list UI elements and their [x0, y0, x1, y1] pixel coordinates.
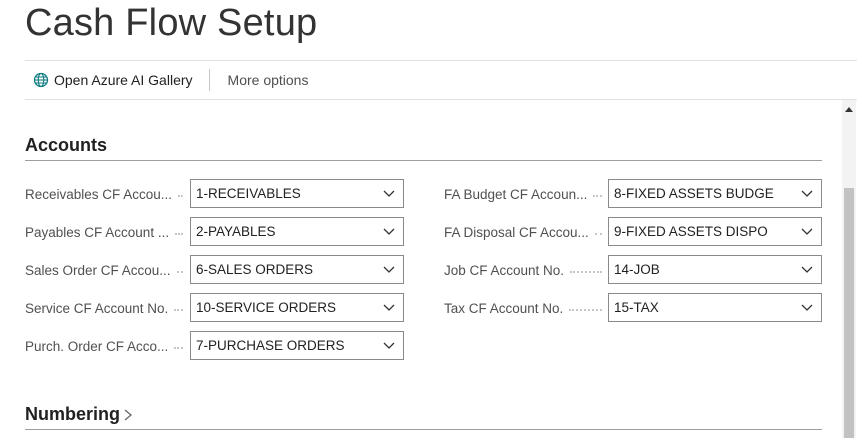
- cash-flow-setup-page: Cash Flow Setup Open Azure AI Gallery Mo…: [0, 0, 859, 438]
- job-cf-account-select[interactable]: 14-JOB: [608, 255, 822, 284]
- section-title-numbering-label: Numbering: [25, 404, 121, 424]
- field-label: Receivables CF Accou...: [25, 187, 185, 202]
- action-separator: [208, 69, 210, 91]
- field-value: 2-PAYABLES: [196, 224, 276, 239]
- field-fa-budget-cf-account: FA Budget CF Accoun... 8-FIXED ASSETS BU…: [444, 179, 824, 209]
- action-bar: Open Azure AI Gallery More options: [25, 60, 857, 100]
- field-label: Sales Order CF Accou...: [25, 263, 185, 278]
- field-label: Payables CF Account ...: [25, 225, 185, 240]
- field-tax-cf-account: Tax CF Account No. 15-TAX: [444, 293, 824, 323]
- scrollbar-thumb[interactable]: [844, 188, 854, 438]
- field-value: 7-PURCHASE ORDERS: [196, 338, 345, 353]
- section-title-numbering[interactable]: Numbering: [25, 404, 133, 425]
- section-divider: [25, 429, 822, 430]
- field-label: FA Budget CF Accoun...: [444, 187, 604, 202]
- field-label: FA Disposal CF Accou...: [444, 225, 604, 240]
- purch-order-cf-account-select[interactable]: 7-PURCHASE ORDERS: [190, 331, 404, 360]
- globe-icon: [33, 72, 49, 88]
- chevron-down-icon[interactable]: [375, 332, 403, 359]
- chevron-down-icon[interactable]: [793, 294, 821, 321]
- field-label: Job CF Account No.: [444, 263, 604, 278]
- more-options-button[interactable]: More options: [220, 66, 317, 94]
- section-title-accounts[interactable]: Accounts: [25, 135, 107, 156]
- field-sales-order-cf-account: Sales Order CF Accou... 6-SALES ORDERS: [25, 255, 405, 285]
- payables-cf-account-select[interactable]: 2-PAYABLES: [190, 217, 404, 246]
- field-fa-disposal-cf-account: FA Disposal CF Accou... 9-FIXED ASSETS D…: [444, 217, 824, 247]
- vertical-scrollbar[interactable]: [842, 100, 856, 438]
- field-receivables-cf-account: Receivables CF Accou... 1-RECEIVABLES: [25, 179, 405, 209]
- field-job-cf-account: Job CF Account No. 14-JOB: [444, 255, 824, 285]
- sales-order-cf-account-select[interactable]: 6-SALES ORDERS: [190, 255, 404, 284]
- field-value: 15-TAX: [614, 300, 659, 315]
- field-label: Service CF Account No.: [25, 301, 185, 316]
- field-value: 10-SERVICE ORDERS: [196, 300, 337, 315]
- tax-cf-account-select[interactable]: 15-TAX: [608, 293, 822, 322]
- field-label: Purch. Order CF Acco...: [25, 339, 185, 354]
- receivables-cf-account-select[interactable]: 1-RECEIVABLES: [190, 179, 404, 208]
- page-title: Cash Flow Setup: [25, 2, 318, 44]
- chevron-right-icon: [123, 408, 133, 422]
- chevron-down-icon[interactable]: [375, 180, 403, 207]
- open-azure-ai-gallery-label: Open Azure AI Gallery: [54, 72, 193, 88]
- chevron-down-icon[interactable]: [793, 180, 821, 207]
- fa-disposal-cf-account-select[interactable]: 9-FIXED ASSETS DISPO: [608, 217, 822, 246]
- chevron-down-icon[interactable]: [793, 218, 821, 245]
- section-divider: [25, 160, 822, 161]
- field-value: 8-FIXED ASSETS BUDGE: [614, 186, 774, 201]
- field-value: 14-JOB: [614, 262, 660, 277]
- field-value: 6-SALES ORDERS: [196, 262, 314, 277]
- field-label: Tax CF Account No.: [444, 301, 604, 316]
- chevron-down-icon[interactable]: [793, 256, 821, 283]
- fa-budget-cf-account-select[interactable]: 8-FIXED ASSETS BUDGE: [608, 179, 822, 208]
- chevron-down-icon[interactable]: [375, 218, 403, 245]
- field-value: 1-RECEIVABLES: [196, 186, 301, 201]
- scroll-up-arrow-icon[interactable]: [842, 100, 856, 118]
- service-cf-account-select[interactable]: 10-SERVICE ORDERS: [190, 293, 404, 322]
- field-purch-order-cf-account: Purch. Order CF Acco... 7-PURCHASE ORDER…: [25, 331, 405, 361]
- field-value: 9-FIXED ASSETS DISPO: [614, 224, 768, 239]
- chevron-down-icon[interactable]: [375, 294, 403, 321]
- chevron-down-icon[interactable]: [375, 256, 403, 283]
- open-azure-ai-gallery-button[interactable]: Open Azure AI Gallery: [25, 66, 201, 94]
- field-service-cf-account: Service CF Account No. 10-SERVICE ORDERS: [25, 293, 405, 323]
- field-payables-cf-account: Payables CF Account ... 2-PAYABLES: [25, 217, 405, 247]
